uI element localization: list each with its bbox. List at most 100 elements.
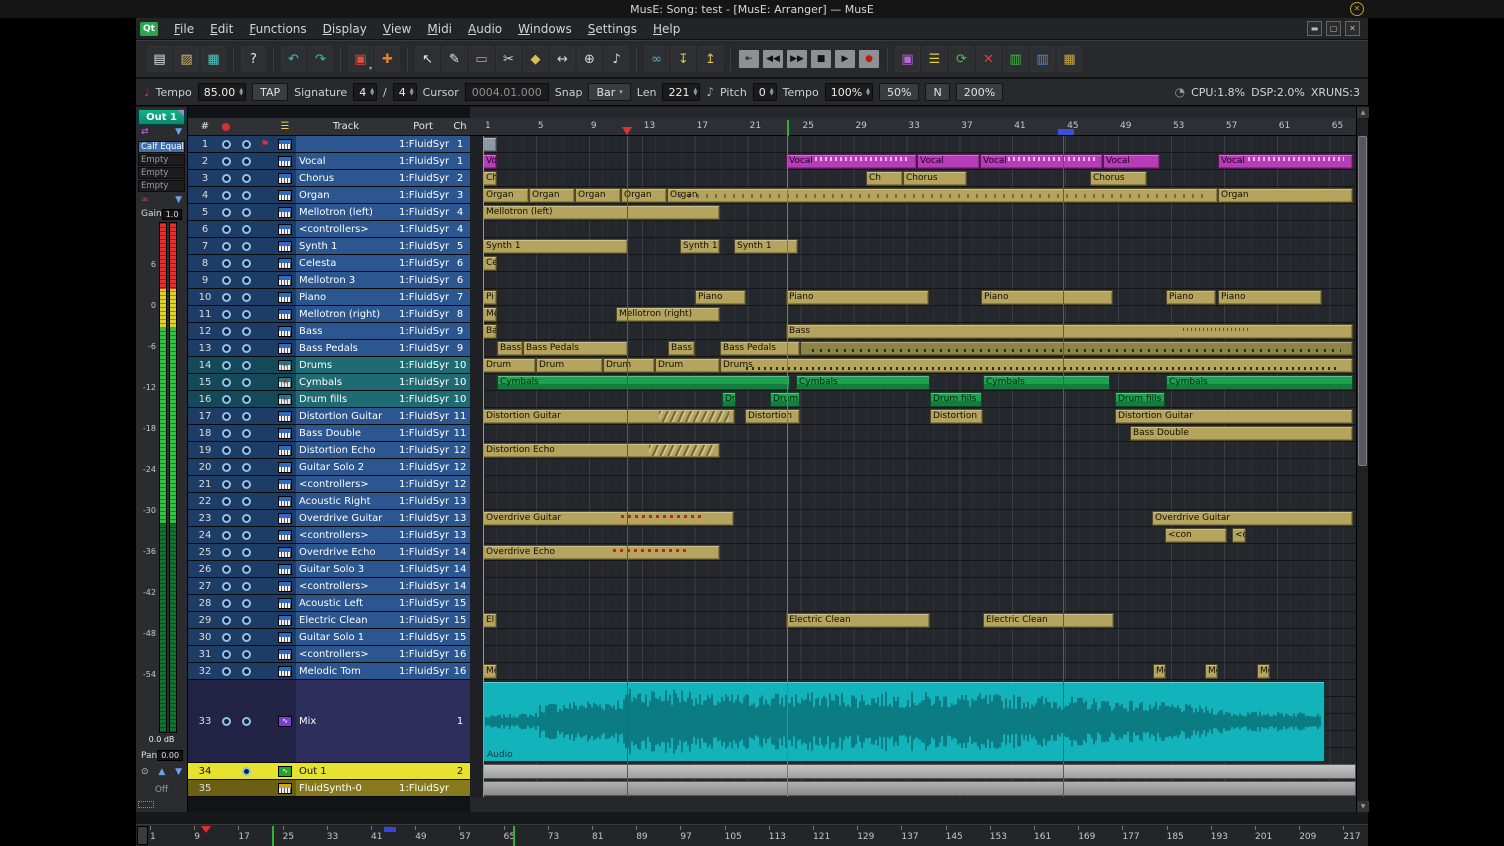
part-electric-clean[interactable]: Electric Clean — [983, 613, 1114, 628]
monitor-button[interactable] — [242, 616, 251, 625]
menu-midi[interactable]: Midi — [419, 20, 460, 38]
spin-down-icon[interactable]: ▼ — [866, 92, 870, 96]
record-arm-button[interactable] — [222, 140, 231, 149]
record-arm-cell[interactable] — [216, 221, 236, 237]
cliplist-button[interactable]: ▦ — [1057, 46, 1082, 72]
monitor-button[interactable] — [242, 157, 251, 166]
panic-button[interactable]: ✕ — [976, 46, 1001, 72]
monitor-button[interactable] — [242, 412, 251, 421]
part-drum[interactable]: Drum — [483, 358, 536, 373]
spin-down-icon[interactable]: ▼ — [770, 92, 774, 96]
gain-value[interactable]: 1.0 — [162, 209, 183, 220]
record-arm-cell[interactable] — [216, 340, 236, 356]
monitor-button[interactable] — [242, 225, 251, 234]
record-arm-cell[interactable] — [216, 629, 236, 645]
window-close-button[interactable]: ✕ — [1350, 2, 1364, 16]
monitor-button[interactable] — [242, 446, 251, 455]
record-arm-cell[interactable] — [216, 374, 236, 390]
strip-route-icon[interactable]: ⇄ — [141, 127, 149, 137]
menu-file[interactable]: File — [166, 20, 202, 38]
part-bass[interactable]: Bass — [497, 341, 523, 356]
strip-grip[interactable] — [138, 801, 154, 808]
part-drum[interactable]: Drum — [770, 392, 800, 407]
record-arm-cell[interactable] — [216, 578, 236, 594]
monitor-button[interactable] — [242, 327, 251, 336]
part-chorus[interactable]: Chorus — [903, 171, 967, 186]
part-cymbals[interactable]: Cymbals — [983, 375, 1110, 390]
part-drum[interactable]: Drum — [536, 358, 603, 373]
track-row-9[interactable]: 9Mellotron 31:FluidSyr6 — [188, 272, 470, 289]
monitor-button[interactable] — [242, 174, 251, 183]
monitor-button[interactable] — [242, 599, 251, 608]
track-row-15[interactable]: 15✕Cymbals1:FluidSyr10 — [188, 374, 470, 391]
part-bass[interactable]: Bass — [668, 341, 695, 356]
spin-arrows[interactable]: ▲▼ — [770, 88, 774, 96]
mdi-minimize-button[interactable]: ▬ — [1307, 21, 1322, 36]
move-down-icon[interactable]: ▼ — [175, 767, 182, 777]
monitor-cell[interactable] — [236, 408, 256, 424]
rubber-tool-button[interactable]: ▭ — [469, 46, 494, 72]
playhead-marker[interactable] — [622, 127, 632, 135]
song-position-ruler[interactable]: 1917253341495765738189971051131211291371… — [136, 824, 1368, 846]
part-cymbals[interactable]: Cymbals — [497, 375, 790, 390]
monitor-button[interactable] — [242, 582, 251, 591]
system-load-icon[interactable]: ◔ — [1175, 85, 1185, 99]
part-distortion-echo[interactable]: Distortion Echo — [483, 443, 720, 458]
vertical-scrollbar-thumb[interactable] — [1358, 136, 1367, 466]
part-cymbals[interactable]: Cymbals — [796, 375, 930, 390]
record-arm-button[interactable] — [222, 633, 231, 642]
monitor-cell[interactable] — [236, 153, 256, 169]
menu-edit[interactable]: Edit — [202, 20, 241, 38]
mdi-restore-button[interactable]: ▢ — [1326, 21, 1341, 36]
automation-mode-button[interactable]: Off — [138, 785, 185, 795]
record-arm-cell[interactable] — [216, 289, 236, 305]
pan-tool-button[interactable]: ↔ — [550, 46, 575, 72]
effect-slot-1[interactable]: Calf Equaliz — [138, 141, 185, 153]
part-vocal[interactable]: Vocal — [786, 154, 917, 169]
track-row-8[interactable]: 8Celesta1:FluidSyr6 — [188, 255, 470, 272]
effect-slot-4[interactable]: Empty — [138, 180, 185, 192]
track-row-3[interactable]: 3Chorus1:FluidSyr2 — [188, 170, 470, 187]
monitor-button[interactable] — [242, 667, 251, 676]
part-piano[interactable]: Piano — [1218, 290, 1322, 305]
record-arm-button[interactable] — [222, 565, 231, 574]
record-arm-cell[interactable] — [216, 544, 236, 560]
record-arm-button[interactable] — [222, 717, 231, 726]
monitor-button[interactable] — [242, 140, 251, 149]
track-row-24[interactable]: 24<controllers>1:FluidSyr13 — [188, 527, 470, 544]
part-piano[interactable]: Piano — [981, 290, 1113, 305]
record-arm-cell[interactable] — [216, 391, 236, 407]
record-arm-cell[interactable] — [216, 442, 236, 458]
record-arm-cell[interactable] — [216, 780, 236, 796]
part-dr[interactable]: Dr — [722, 392, 736, 407]
track-row-12[interactable]: 12Bass1:FluidSyr9 — [188, 323, 470, 340]
monitor-cell[interactable] — [236, 459, 256, 475]
monitor-cell[interactable] — [236, 527, 256, 543]
part-me[interactable]: Me — [483, 664, 497, 679]
mute-tool-button[interactable]: ♪ — [604, 46, 629, 72]
monitor-button[interactable] — [242, 429, 251, 438]
record-arm-cell[interactable] — [216, 510, 236, 526]
menu-display[interactable]: Display — [315, 20, 375, 38]
record-arm-button[interactable] — [222, 463, 231, 472]
monitor-cell[interactable] — [236, 595, 256, 611]
monitor-button[interactable] — [242, 497, 251, 506]
whats-this-button[interactable]: ? — [241, 46, 266, 72]
track-row-30[interactable]: 30Guitar Solo 11:FluidSyr15 — [188, 629, 470, 646]
zoom-tool-button[interactable]: ⊕ — [577, 46, 602, 72]
record-arm-button[interactable] — [222, 616, 231, 625]
record-arm-button[interactable] — [222, 361, 231, 370]
part-canvas[interactable]: VoVocalVocalVocalVocalVocalChChChorusCho… — [470, 136, 1356, 797]
record-arm-cell[interactable] — [216, 595, 236, 611]
vscroll-down-button[interactable]: ▼ — [1357, 801, 1369, 812]
monitor-cell[interactable] — [236, 629, 256, 645]
record-arm-cell[interactable] — [216, 425, 236, 441]
part-vocal[interactable]: Vocal — [980, 154, 1103, 169]
monitor-cell[interactable] — [236, 340, 256, 356]
record-arm-cell[interactable] — [216, 646, 236, 662]
monitor-cell[interactable] — [236, 170, 256, 186]
track-row-2[interactable]: 2Vocal1:FluidSyr1 — [188, 153, 470, 170]
record-arm-button[interactable] — [222, 412, 231, 421]
record-arm-button[interactable] — [222, 667, 231, 676]
part-distortion[interactable]: Distortion — [930, 409, 983, 424]
